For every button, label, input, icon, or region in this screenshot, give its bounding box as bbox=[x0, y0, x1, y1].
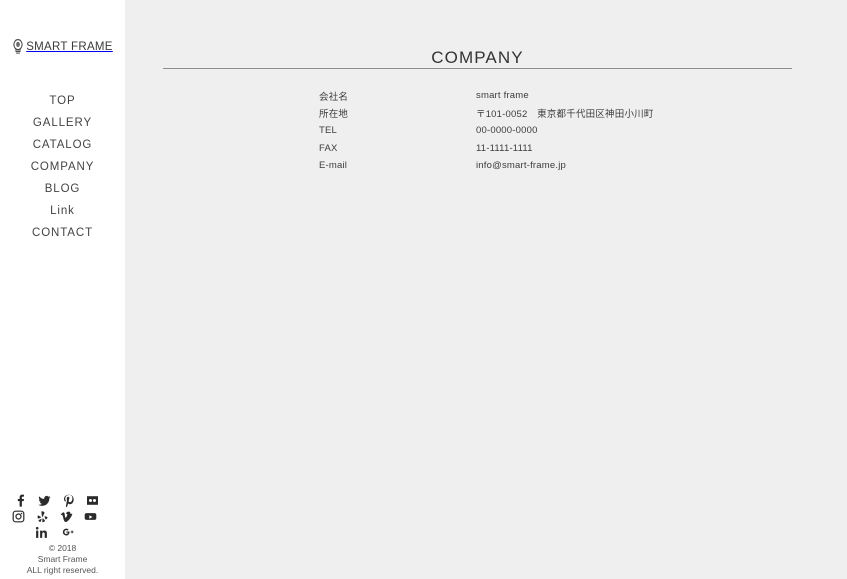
row-label: TEL bbox=[319, 125, 338, 137]
nav-item-gallery[interactable]: GALLERY bbox=[0, 112, 125, 134]
row-value: 〒101-0052 東京都千代田区神田小川町 bbox=[476, 109, 654, 121]
twitter-icon[interactable] bbox=[38, 494, 51, 507]
facebook-icon[interactable] bbox=[14, 494, 27, 507]
vimeo-icon[interactable] bbox=[60, 510, 73, 523]
row-label: 会社名 bbox=[319, 91, 349, 103]
googleplus-icon[interactable] bbox=[62, 526, 75, 539]
copyright-notice: © 2018 Smart Frame ALL right reserved. bbox=[0, 543, 125, 576]
linkedin-icon[interactable] bbox=[35, 526, 48, 539]
site-logo-text: SMART FRAME bbox=[26, 40, 113, 53]
row-label: 所在地 bbox=[319, 109, 349, 121]
copyright-line-1: © 2018 bbox=[48, 543, 77, 553]
social-row-3 bbox=[12, 526, 108, 539]
social-row-1 bbox=[12, 494, 108, 507]
social-row-2 bbox=[12, 510, 108, 523]
pinterest-icon[interactable] bbox=[62, 494, 75, 507]
nav-item-catalog[interactable]: CATALOG bbox=[0, 134, 125, 156]
row-value: 00-0000-0000 bbox=[476, 125, 538, 137]
copyright-line-3: ALL right reserved. bbox=[26, 565, 99, 575]
table-row: E-mail info@smart-frame.jp bbox=[319, 157, 654, 175]
table-row: FAX 11-1111-1111 bbox=[319, 140, 654, 158]
yelp-icon[interactable] bbox=[36, 510, 49, 523]
copyright-line-2: Smart Frame bbox=[37, 554, 88, 564]
flickr-icon[interactable] bbox=[86, 494, 99, 507]
social-links bbox=[12, 494, 108, 542]
nav-item-top[interactable]: TOP bbox=[0, 90, 125, 112]
title-divider bbox=[163, 68, 792, 69]
row-value: 11-1111-1111 bbox=[476, 142, 533, 154]
nav-item-contact[interactable]: CONTACT bbox=[0, 222, 125, 244]
company-info-body: 会社名 smart frame 所在地 〒101-0052 東京都千代田区神田小… bbox=[319, 87, 654, 175]
table-row: 所在地 〒101-0052 東京都千代田区神田小川町 bbox=[319, 105, 654, 123]
page-title: COMPANY bbox=[431, 48, 524, 67]
instagram-icon[interactable] bbox=[12, 510, 25, 523]
main-content: COMPANY 会社名 smart frame 所在地 〒101-0052 東京… bbox=[125, 0, 847, 579]
row-value: smart frame bbox=[476, 90, 529, 102]
nav-item-blog[interactable]: BLOG bbox=[0, 178, 125, 200]
sidebar: SMART FRAME TOP GALLERY CATALOG COMPANY … bbox=[0, 0, 125, 579]
site-logo[interactable]: SMART FRAME bbox=[0, 38, 125, 55]
table-row: TEL 00-0000-0000 bbox=[319, 122, 654, 140]
main-navigation: TOP GALLERY CATALOG COMPANY BLOG Link CO… bbox=[0, 90, 125, 244]
row-label: E-mail bbox=[319, 160, 348, 172]
nav-item-company[interactable]: COMPANY bbox=[0, 156, 125, 178]
row-label: FAX bbox=[319, 142, 338, 154]
table-row: 会社名 smart frame bbox=[319, 87, 654, 105]
nav-item-link[interactable]: Link bbox=[0, 200, 125, 222]
company-info-table: 会社名 smart frame 所在地 〒101-0052 東京都千代田区神田小… bbox=[319, 87, 654, 175]
lamp-icon bbox=[12, 38, 24, 55]
row-value[interactable]: info@smart-frame.jp bbox=[476, 157, 654, 175]
youtube-icon[interactable] bbox=[84, 510, 97, 523]
